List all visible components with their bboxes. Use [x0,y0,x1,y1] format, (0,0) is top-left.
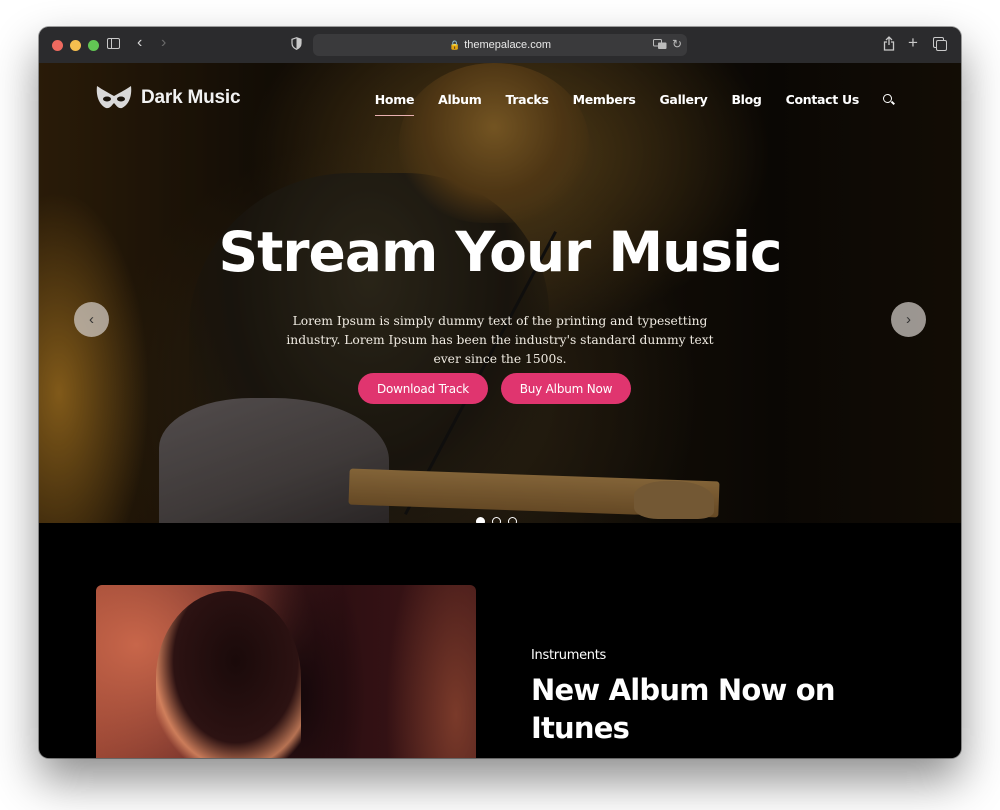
close-window-button[interactable] [52,39,63,51]
search-icon[interactable] [883,93,895,106]
site-header: Dark Music Home Album Tracks Members Gal… [39,63,961,143]
address-bar[interactable]: 🔒 themepalace.com ↻ [313,34,687,56]
reload-icon[interactable]: ↻ [672,37,682,51]
buy-album-button[interactable]: Buy Album Now [501,373,631,404]
slider-dot-3[interactable] [508,517,517,523]
album-image-performer [156,591,301,758]
section-kicker: Instruments [531,648,606,663]
browser-titlebar: ‹ › 🔒 themepalace.com ↻ + [39,27,961,63]
nav-gallery[interactable]: Gallery [659,92,707,107]
translate-icon[interactable] [653,39,667,53]
chevron-right-icon: › [906,311,911,328]
forward-icon[interactable]: › [161,35,166,51]
nav-tracks[interactable]: Tracks [505,92,548,107]
share-icon[interactable] [883,36,895,53]
nav-album[interactable]: Album [438,92,482,107]
nav-members[interactable]: Members [573,92,636,107]
hero-slider: Dark Music Home Album Tracks Members Gal… [39,63,961,523]
chevron-left-icon: ‹ [89,311,94,328]
main-nav: Home Album Tracks Members Gallery Blog C… [351,92,895,116]
browser-window: ‹ › 🔒 themepalace.com ↻ + Dark Music Hom… [39,27,961,758]
slider-next-button[interactable]: › [891,302,926,337]
section-title: New Album Now on Itunes [531,673,836,745]
window-controls [52,39,99,51]
album-section-image [96,585,476,758]
back-icon[interactable]: ‹ [137,35,142,51]
sidebar-toggle-icon[interactable] [107,38,120,49]
hero-description: Lorem Ipsum is simply dummy text of the … [286,314,714,366]
slider-pagination [476,517,517,523]
download-track-button[interactable]: Download Track [358,373,488,404]
minimize-window-button[interactable] [70,39,81,51]
slider-dot-1[interactable] [476,517,485,523]
slider-dot-2[interactable] [492,517,501,523]
zoom-window-button[interactable] [88,39,99,51]
nav-contact-us[interactable]: Contact Us [786,92,860,107]
lock-icon: 🔒 [448,39,461,50]
site-title: Dark Music [141,87,241,108]
mask-logo-icon [95,84,133,112]
nav-home[interactable]: Home [374,92,415,116]
nav-blog[interactable]: Blog [731,92,761,107]
slider-prev-button[interactable]: ‹ [74,302,109,337]
site-logo[interactable]: Dark Music [95,84,241,112]
hero-title: Stream Your Music [218,220,783,284]
page-viewport: Dark Music Home Album Tracks Members Gal… [39,63,961,758]
privacy-shield-icon[interactable] [291,37,302,50]
url-text: themepalace.com [464,39,552,51]
tab-overview-icon[interactable] [933,37,947,51]
new-tab-icon[interactable]: + [908,34,918,51]
